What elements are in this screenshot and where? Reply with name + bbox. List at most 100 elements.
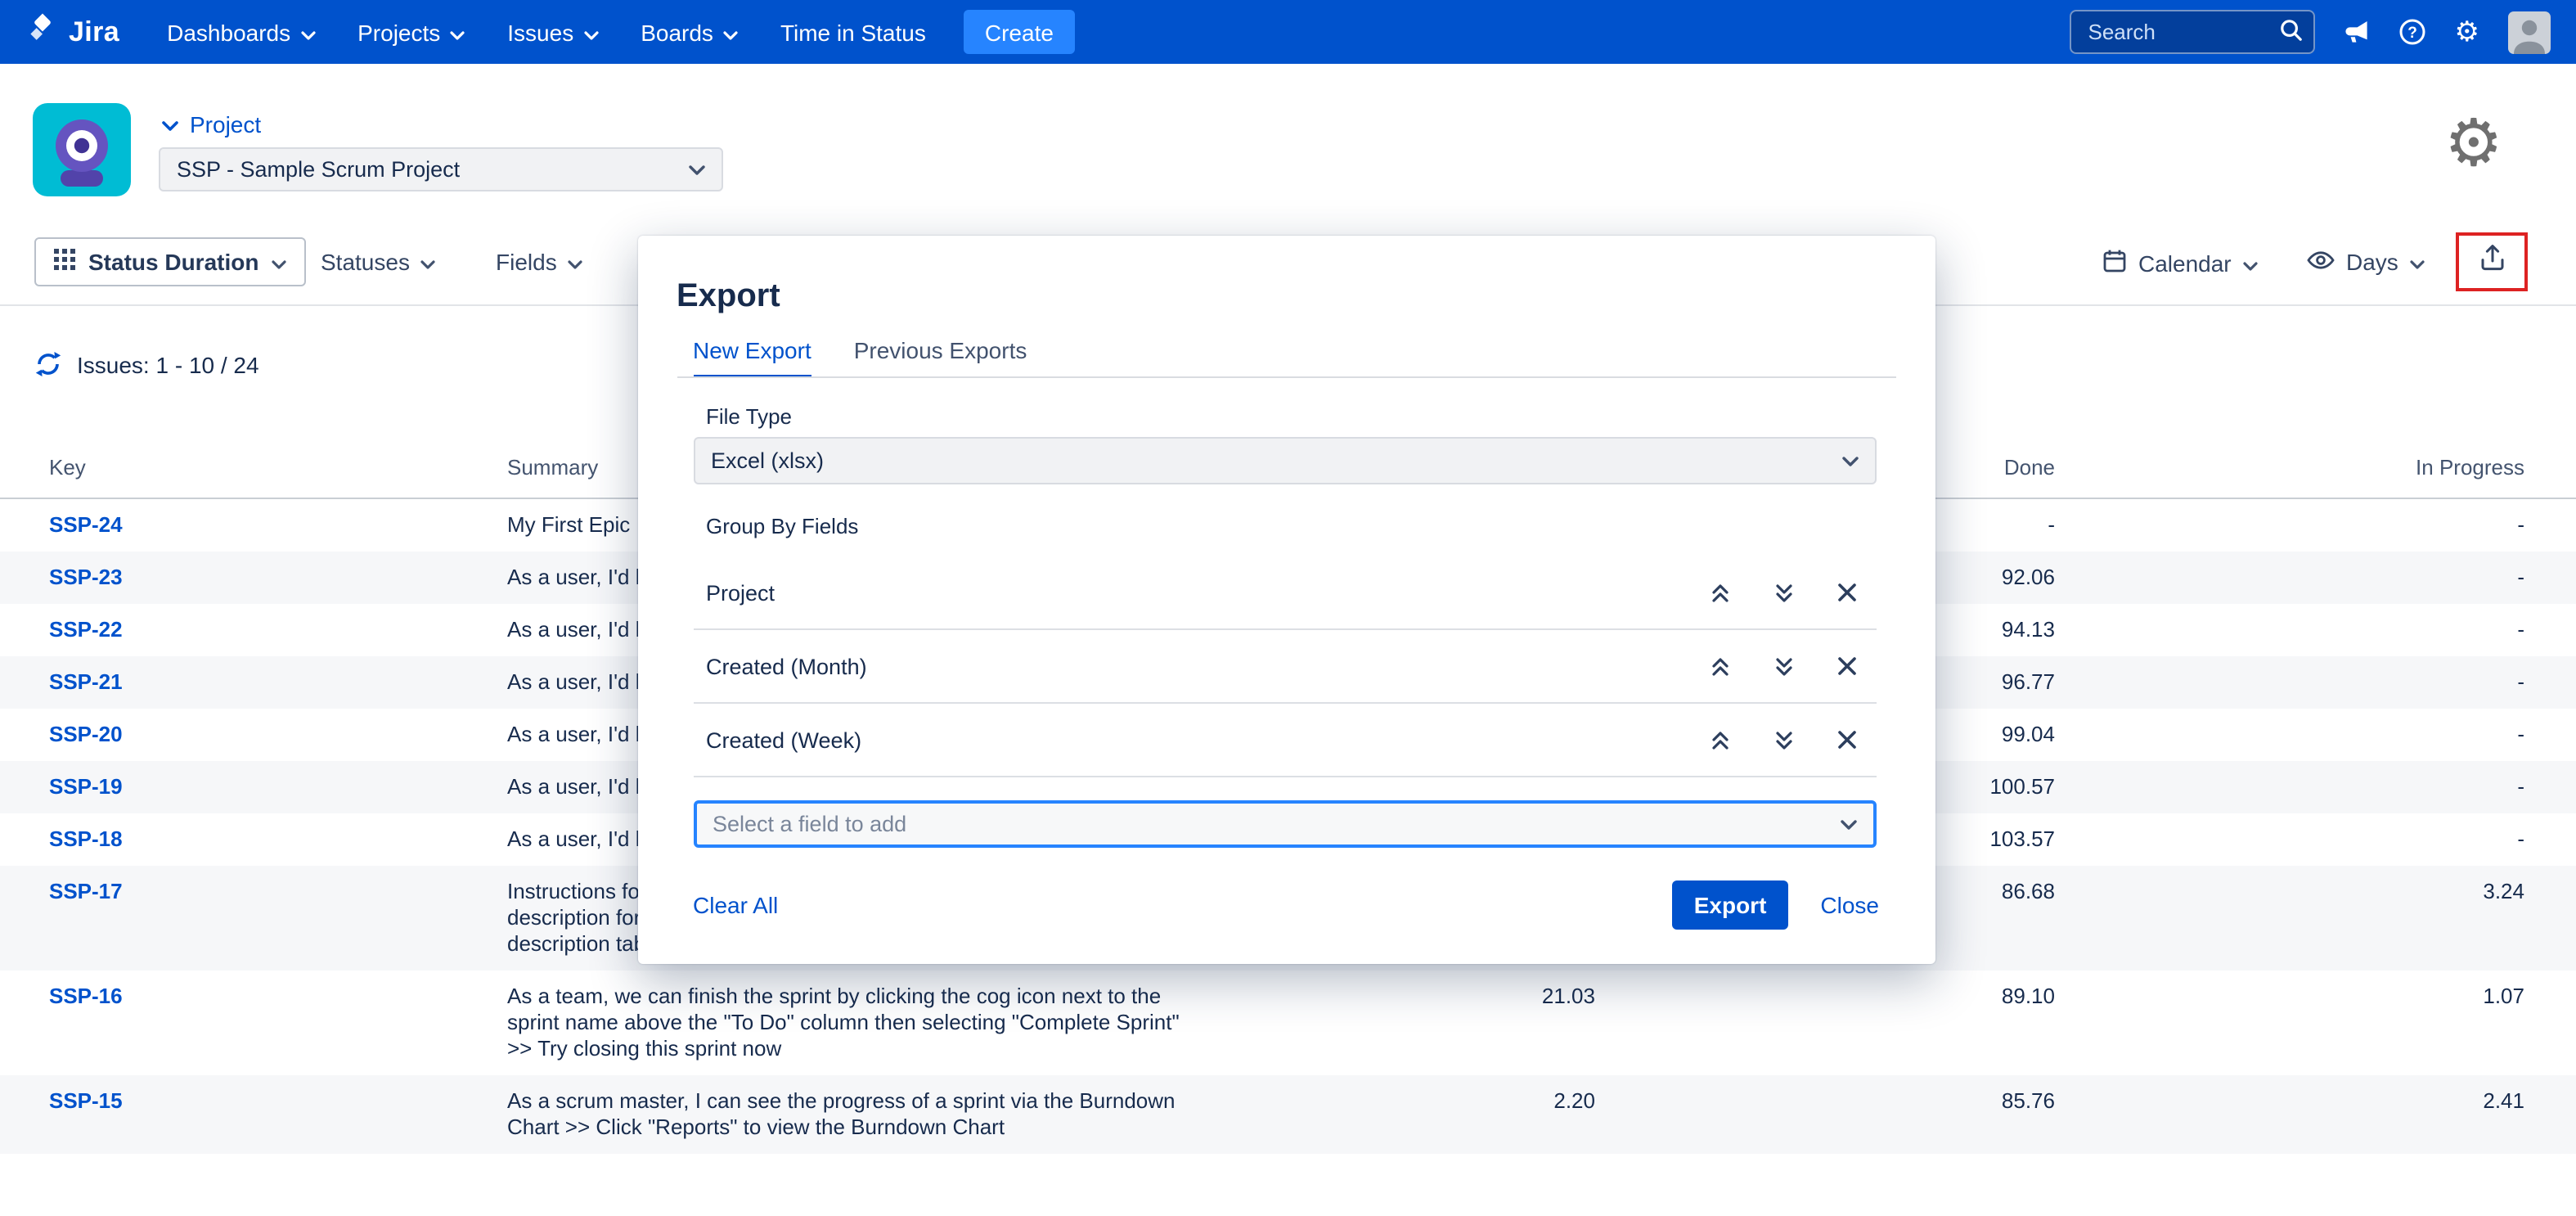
- nav-dashboards[interactable]: Dashboards: [146, 0, 336, 64]
- tab-previous-exports[interactable]: Previous Exports: [854, 337, 1027, 378]
- issue-key-link[interactable]: SSP-20: [49, 722, 123, 746]
- chevron-down-icon: [569, 249, 583, 275]
- dialog-title: Export: [677, 278, 780, 316]
- nav-projects[interactable]: Projects: [336, 0, 486, 64]
- issue-key-link[interactable]: SSP-24: [49, 512, 123, 537]
- issue-key-link[interactable]: SSP-15: [49, 1088, 123, 1113]
- group-field-label: Project: [706, 580, 775, 605]
- jira-logo[interactable]: Jira: [26, 11, 119, 52]
- todo-value: 21.03: [1194, 984, 1595, 1010]
- navbar-right: ? ⚙: [2070, 10, 2551, 54]
- issues-count-text: Issues: 1 - 10 / 24: [77, 351, 259, 377]
- nav-menus: Dashboards Projects Issues Boards Time i…: [146, 0, 947, 64]
- chevron-down-icon: [1841, 448, 1858, 473]
- project-section-toggle[interactable]: Project: [162, 111, 261, 137]
- days-label: Days: [2346, 249, 2398, 275]
- issue-key-link[interactable]: SSP-21: [49, 669, 123, 694]
- move-down-double-chevron-icon[interactable]: [1773, 729, 1794, 750]
- in-progress-value: -: [2055, 669, 2524, 696]
- in-progress-value: 2.41: [2055, 1088, 2524, 1115]
- move-down-double-chevron-icon[interactable]: [1773, 582, 1794, 603]
- jira-app: Jira Dashboards Projects Issues Boards T…: [0, 0, 2576, 1216]
- move-up-double-chevron-icon[interactable]: [1709, 582, 1730, 603]
- tab-new-export[interactable]: New Export: [693, 337, 811, 378]
- in-progress-value: -: [2055, 512, 2524, 538]
- issues-count-bar: Issues: 1 - 10 / 24: [34, 350, 259, 378]
- nav-boards[interactable]: Boards: [619, 0, 759, 64]
- issue-key-link[interactable]: SSP-22: [49, 617, 123, 642]
- chevron-down-icon: [162, 111, 178, 137]
- issue-summary: As a team, we can finish the sprint by c…: [507, 984, 1194, 1062]
- table-row[interactable]: SSP-16 As a team, we can finish the spri…: [0, 971, 2576, 1075]
- table-row[interactable]: SSP-15 As a scrum master, I can see the …: [0, 1075, 2576, 1154]
- project-avatar[interactable]: [33, 103, 131, 205]
- chevron-down-icon: [2410, 249, 2425, 275]
- issue-key-link[interactable]: SSP-17: [49, 879, 123, 903]
- file-type-label: File Type: [706, 404, 792, 429]
- global-search: [2070, 10, 2316, 54]
- in-progress-value: -: [2055, 774, 2524, 800]
- statuses-label: Statuses: [321, 249, 410, 275]
- help-icon[interactable]: ?: [2399, 18, 2427, 46]
- col-key[interactable]: Key: [49, 455, 507, 481]
- move-up-double-chevron-icon[interactable]: [1709, 655, 1730, 677]
- remove-field-x-icon[interactable]: [1836, 583, 1856, 602]
- group-by-row: Created (Week): [693, 704, 1876, 777]
- remove-field-x-icon[interactable]: [1836, 730, 1856, 750]
- days-menu[interactable]: Days: [2307, 249, 2425, 275]
- in-progress-value: -: [2055, 722, 2524, 748]
- group-by-row: Created (Month): [693, 630, 1876, 704]
- move-up-double-chevron-icon[interactable]: [1709, 729, 1730, 750]
- in-progress-value: -: [2055, 617, 2524, 643]
- svg-text:?: ?: [2408, 25, 2418, 42]
- jira-logo-icon: [26, 11, 59, 52]
- chevron-down-icon: [689, 157, 705, 182]
- status-duration-menu[interactable]: Status Duration: [34, 237, 306, 286]
- report-settings-gear-icon[interactable]: ⚙: [2444, 111, 2503, 177]
- in-progress-value: 1.07: [2055, 984, 2524, 1010]
- statuses-menu[interactable]: Statuses: [321, 249, 436, 275]
- refresh-icon[interactable]: [34, 350, 62, 378]
- fields-menu[interactable]: Fields: [496, 249, 583, 275]
- nav-issues[interactable]: Issues: [486, 0, 619, 64]
- issue-key-link[interactable]: SSP-18: [49, 826, 123, 851]
- create-button[interactable]: Create: [964, 10, 1075, 54]
- grid-icon: [54, 249, 75, 275]
- feedback-megaphone-icon[interactable]: [2344, 20, 2371, 44]
- jira-logo-text: Jira: [69, 16, 119, 48]
- move-down-double-chevron-icon[interactable]: [1773, 655, 1794, 677]
- issue-summary: As a scrum master, I can see the progres…: [507, 1088, 1194, 1141]
- project-select[interactable]: SSP - Sample Scrum Project: [159, 147, 723, 191]
- export-button[interactable]: [2456, 232, 2528, 291]
- user-avatar[interactable]: [2507, 11, 2550, 53]
- calendar-menu[interactable]: Calendar: [2102, 249, 2258, 278]
- issue-key-link[interactable]: SSP-16: [49, 984, 123, 1008]
- group-by-list: Project Created: [693, 556, 1876, 777]
- calendar-label: Calendar: [2138, 250, 2232, 277]
- nav-time-in-status[interactable]: Time in Status: [759, 0, 947, 64]
- add-field-select[interactable]: Select a field to add: [693, 800, 1876, 848]
- calendar-icon: [2102, 249, 2127, 278]
- in-progress-value: 3.24: [2055, 879, 2524, 905]
- remove-field-x-icon[interactable]: [1836, 656, 1856, 676]
- chevron-down-icon: [450, 19, 465, 45]
- file-type-select[interactable]: Excel (xlsx): [693, 437, 1876, 484]
- settings-gear-icon[interactable]: ⚙: [2455, 18, 2480, 46]
- chevron-down-icon: [583, 19, 598, 45]
- clear-all-link[interactable]: Clear All: [693, 892, 778, 918]
- issue-key-link[interactable]: SSP-19: [49, 774, 123, 799]
- col-in-progress[interactable]: In Progress: [2055, 455, 2524, 481]
- close-link[interactable]: Close: [1820, 892, 1879, 918]
- search-icon[interactable]: [2280, 18, 2304, 51]
- export-upload-icon: [2479, 244, 2504, 280]
- search-input[interactable]: [2070, 10, 2316, 54]
- export-submit-button[interactable]: Export: [1673, 880, 1788, 930]
- chevron-down-icon: [1840, 812, 1856, 836]
- chevron-down-icon: [272, 249, 286, 275]
- in-progress-value: -: [2055, 826, 2524, 853]
- group-field-label: Created (Month): [706, 654, 867, 678]
- dialog-tabs: New Export Previous Exports: [693, 337, 1027, 378]
- issue-key-link[interactable]: SSP-23: [49, 565, 123, 589]
- dialog-footer: Clear All Export Close: [693, 880, 1879, 930]
- todo-value: 2.20: [1194, 1088, 1595, 1115]
